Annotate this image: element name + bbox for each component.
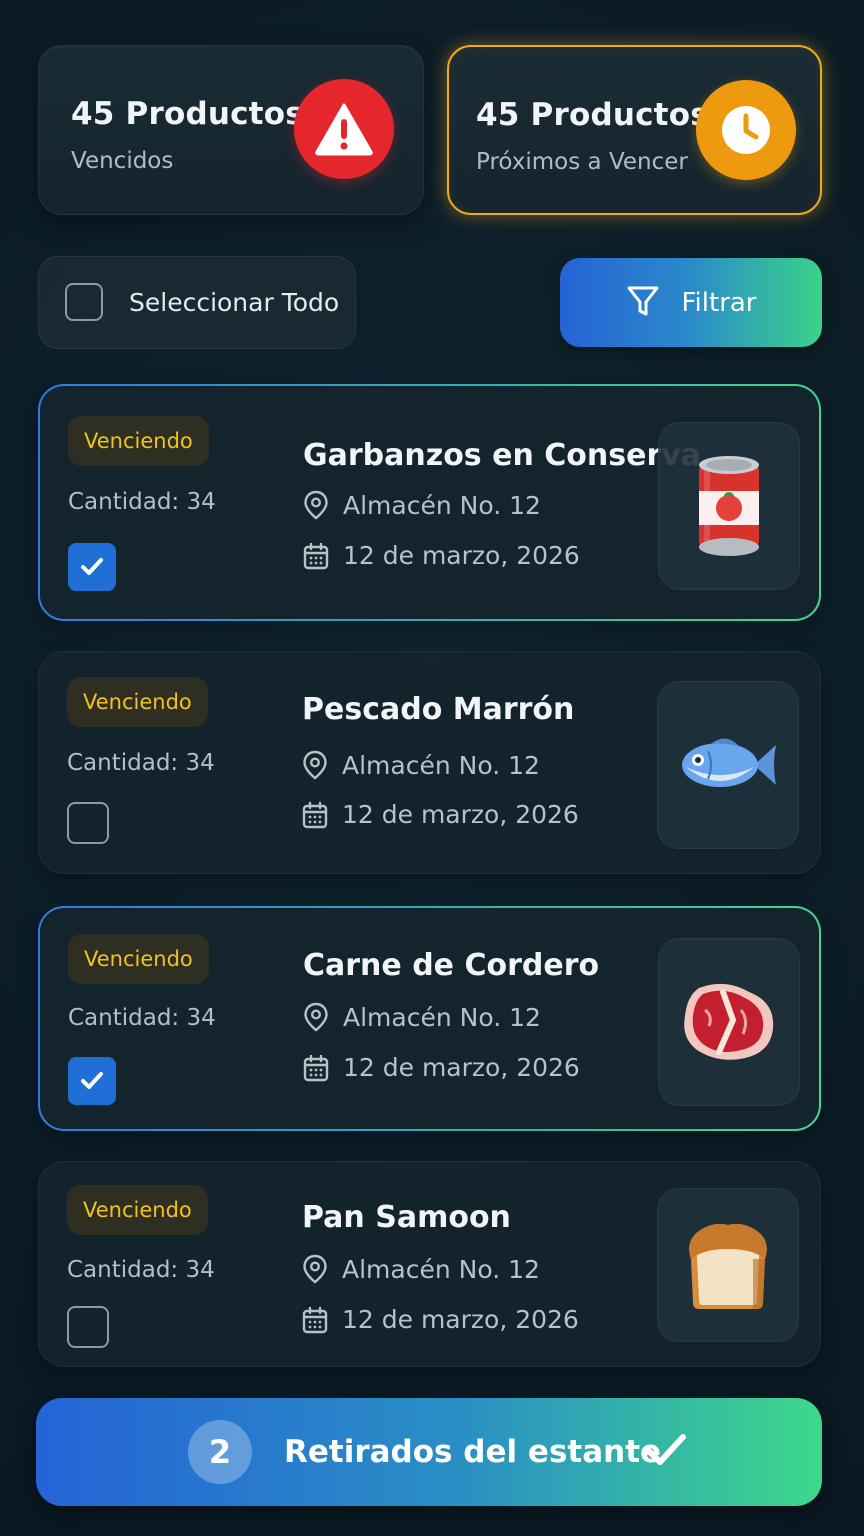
select-all-checkbox[interactable] <box>65 283 103 321</box>
product-date: 12 de marzo, 2026 <box>343 1053 580 1082</box>
product-name: Carne de Cordero <box>303 948 600 983</box>
location-pin-icon <box>303 750 327 780</box>
checkmark-icon <box>81 1072 103 1089</box>
product-card[interactable]: Venciendo Cantidad: 34 Carne de Cordero … <box>38 906 821 1131</box>
filter-button[interactable]: Filtrar <box>560 258 822 347</box>
expired-count: 45 Productos <box>71 96 304 132</box>
product-location: Almacén No. 12 <box>342 750 540 780</box>
expiring-label: Próximos a Vencer <box>476 149 688 175</box>
product-location: Almacén No. 12 <box>343 490 541 520</box>
product-card[interactable]: Venciendo Cantidad: 34 Pescado Marrón Al… <box>38 651 821 874</box>
product-checkbox[interactable] <box>67 802 109 844</box>
product-name: Pan Samoon <box>302 1200 511 1235</box>
product-date: 12 de marzo, 2026 <box>342 800 579 829</box>
product-quantity: Cantidad: 34 <box>67 1257 215 1283</box>
product-image <box>657 1188 799 1342</box>
product-checkbox[interactable] <box>68 543 116 591</box>
product-name: Pescado Marrón <box>302 692 575 727</box>
product-date: 12 de marzo, 2026 <box>342 1305 579 1334</box>
product-date-row: 12 de marzo, 2026 <box>302 800 579 829</box>
expired-summary-card[interactable]: 45 Productos Vencidos <box>38 45 424 215</box>
location-pin-icon <box>304 1002 328 1032</box>
product-date: 12 de marzo, 2026 <box>343 541 580 570</box>
meat-icon <box>684 983 774 1060</box>
product-location-row: Almacén No. 12 <box>303 490 541 520</box>
expired-label: Vencidos <box>71 148 174 174</box>
calendar-icon <box>302 1306 328 1333</box>
product-checkbox[interactable] <box>67 1306 109 1348</box>
product-date-row: 12 de marzo, 2026 <box>303 1053 580 1082</box>
product-checkbox[interactable] <box>68 1057 116 1105</box>
product-quantity: Cantidad: 34 <box>67 750 215 776</box>
bread-icon <box>689 1223 767 1309</box>
status-badge: Venciendo <box>68 934 209 984</box>
calendar-icon <box>303 542 329 569</box>
selected-count-badge: 2 <box>188 1420 252 1484</box>
fish-icon <box>682 738 776 787</box>
product-location-row: Almacén No. 12 <box>303 1002 541 1032</box>
product-image <box>657 681 799 849</box>
status-badge: Venciendo <box>67 677 208 727</box>
location-pin-icon <box>304 490 328 520</box>
expiring-count: 45 Productos <box>476 97 709 133</box>
canned-food-icon <box>699 456 759 556</box>
product-date-row: 12 de marzo, 2026 <box>303 541 580 570</box>
product-location-row: Almacén No. 12 <box>302 750 540 780</box>
product-image <box>658 422 800 590</box>
calendar-icon <box>302 801 328 828</box>
product-location-row: Almacén No. 12 <box>302 1254 540 1284</box>
calendar-icon <box>303 1054 329 1081</box>
product-card[interactable]: Venciendo Cantidad: 34 Pan Samoon Almacé… <box>38 1161 821 1367</box>
status-badge: Venciendo <box>68 416 209 466</box>
product-image <box>658 938 800 1106</box>
warning-icon <box>294 79 394 179</box>
product-location: Almacén No. 12 <box>343 1002 541 1032</box>
remove-from-shelf-label: Retirados del estante <box>284 1434 662 1470</box>
status-badge: Venciendo <box>67 1185 208 1235</box>
select-all-control[interactable]: Seleccionar Todo <box>38 256 356 349</box>
product-date-row: 12 de marzo, 2026 <box>302 1305 579 1334</box>
expiring-summary-card[interactable]: 45 Productos Próximos a Vencer <box>447 45 822 215</box>
location-pin-icon <box>303 1254 327 1284</box>
remove-from-shelf-button[interactable]: 2 Retirados del estante <box>36 1398 822 1506</box>
product-quantity: Cantidad: 34 <box>68 489 216 515</box>
select-all-label: Seleccionar Todo <box>129 288 340 317</box>
product-quantity: Cantidad: 34 <box>68 1005 216 1031</box>
product-card[interactable]: Venciendo Cantidad: 34 Garbanzos en Cons… <box>38 384 821 621</box>
checkmark-icon <box>81 558 103 575</box>
filter-label: Filtrar <box>681 287 757 318</box>
product-location: Almacén No. 12 <box>342 1254 540 1284</box>
checkmark-icon <box>644 1430 688 1474</box>
filter-icon <box>625 283 661 323</box>
clock-icon <box>696 80 796 180</box>
product-name: Garbanzos en Conserva <box>303 438 702 473</box>
